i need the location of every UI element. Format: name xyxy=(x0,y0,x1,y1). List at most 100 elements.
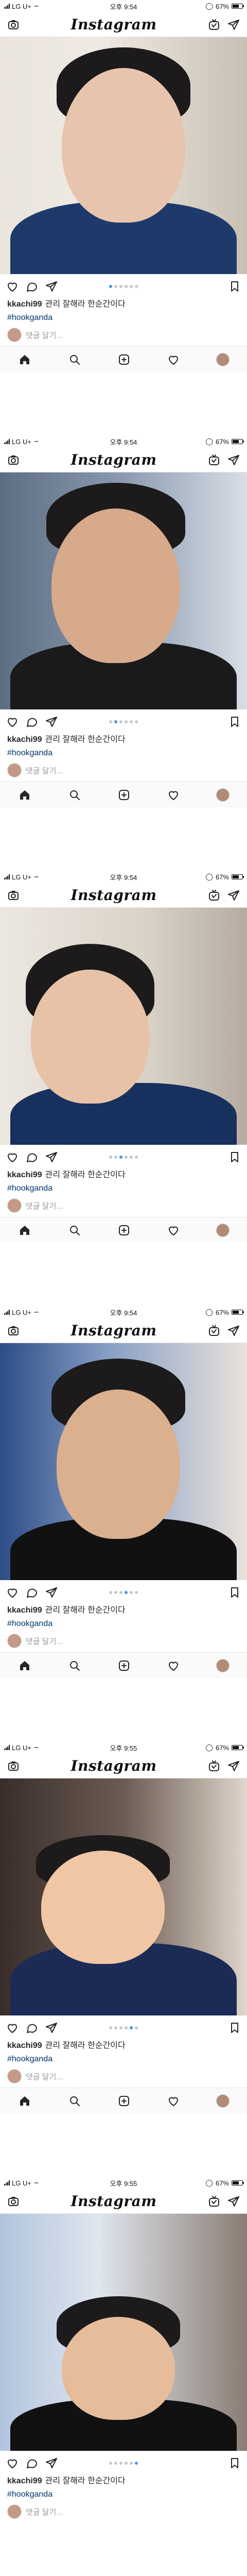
camera-icon[interactable] xyxy=(6,1759,21,1773)
direct-message-icon[interactable] xyxy=(226,18,241,32)
post-hashtag[interactable]: #hookganda xyxy=(0,310,247,324)
igtv-icon[interactable] xyxy=(207,2194,221,2209)
home-icon[interactable] xyxy=(17,788,32,802)
profile-avatar[interactable] xyxy=(216,352,230,366)
activity-heart-icon[interactable] xyxy=(166,2094,181,2108)
search-icon[interactable] xyxy=(67,788,82,802)
home-icon[interactable] xyxy=(17,2094,32,2108)
heart-icon[interactable] xyxy=(5,279,20,294)
bookmark-icon[interactable] xyxy=(227,2456,242,2470)
bookmark-icon[interactable] xyxy=(227,1585,242,1600)
caption-username[interactable]: kkachi99 xyxy=(7,2477,42,2485)
direct-message-icon[interactable] xyxy=(226,888,241,903)
bookmark-icon[interactable] xyxy=(227,2021,242,2035)
post-photo[interactable] xyxy=(0,37,247,274)
comment-placeholder[interactable]: 댓글 달기... xyxy=(26,1636,63,1647)
activity-heart-icon[interactable] xyxy=(166,352,181,367)
comment-placeholder[interactable]: 댓글 달기... xyxy=(26,765,63,776)
profile-avatar[interactable] xyxy=(216,1223,230,1237)
home-icon[interactable] xyxy=(17,352,32,367)
instagram-logo[interactable]: Instagram xyxy=(21,16,207,33)
bookmark-icon[interactable] xyxy=(227,1150,242,1164)
instagram-logo[interactable]: Instagram xyxy=(21,451,207,468)
post-photo[interactable] xyxy=(0,1343,247,1580)
home-icon[interactable] xyxy=(17,1658,32,1673)
igtv-icon[interactable] xyxy=(207,888,221,903)
direct-message-icon[interactable] xyxy=(226,453,241,467)
post-photo[interactable] xyxy=(0,908,247,1145)
search-icon[interactable] xyxy=(67,1658,82,1673)
add-comment-row[interactable]: 댓글 달기... xyxy=(0,1630,247,1652)
instagram-logo[interactable]: Instagram xyxy=(21,1322,207,1339)
caption-username[interactable]: kkachi99 xyxy=(7,1171,42,1179)
add-post-icon[interactable] xyxy=(117,2094,131,2108)
igtv-icon[interactable] xyxy=(207,1324,221,1338)
add-comment-row[interactable]: 댓글 달기... xyxy=(0,2500,247,2523)
camera-icon[interactable] xyxy=(6,1324,21,1338)
add-post-icon[interactable] xyxy=(117,352,131,367)
add-post-icon[interactable] xyxy=(117,1658,131,1673)
instagram-logo[interactable]: Instagram xyxy=(21,2193,207,2210)
post-hashtag[interactable]: #hookganda xyxy=(0,2052,247,2065)
heart-icon[interactable] xyxy=(5,2456,20,2470)
profile-avatar[interactable] xyxy=(216,788,230,802)
post-hashtag[interactable]: #hookganda xyxy=(0,745,247,759)
comment-icon[interactable] xyxy=(25,2021,39,2035)
share-icon[interactable] xyxy=(44,2021,59,2035)
add-comment-row[interactable]: 댓글 달기... xyxy=(0,2065,247,2088)
search-icon[interactable] xyxy=(67,352,82,367)
heart-icon[interactable] xyxy=(5,1150,20,1164)
comment-icon[interactable] xyxy=(25,1585,39,1600)
post-hashtag[interactable]: #hookganda xyxy=(0,2487,247,2500)
bookmark-icon[interactable] xyxy=(227,279,242,294)
camera-icon[interactable] xyxy=(6,18,21,32)
comment-icon[interactable] xyxy=(25,1150,39,1164)
profile-avatar[interactable] xyxy=(216,1658,230,1672)
comment-placeholder[interactable]: 댓글 달기... xyxy=(26,2506,63,2517)
igtv-icon[interactable] xyxy=(207,1759,221,1773)
direct-message-icon[interactable] xyxy=(226,2194,241,2209)
caption-username[interactable]: kkachi99 xyxy=(7,300,42,309)
igtv-icon[interactable] xyxy=(207,453,221,467)
share-icon[interactable] xyxy=(44,1585,59,1600)
add-comment-row[interactable]: 댓글 달기... xyxy=(0,324,247,346)
direct-message-icon[interactable] xyxy=(226,1759,241,1773)
comment-icon[interactable] xyxy=(25,715,39,729)
activity-heart-icon[interactable] xyxy=(166,1658,181,1673)
home-icon[interactable] xyxy=(17,1223,32,1238)
post-photo[interactable] xyxy=(0,472,247,709)
share-icon[interactable] xyxy=(44,279,59,294)
share-icon[interactable] xyxy=(44,715,59,729)
comment-placeholder[interactable]: 댓글 달기... xyxy=(26,330,63,341)
bookmark-icon[interactable] xyxy=(227,715,242,729)
post-photo[interactable] xyxy=(0,2214,247,2451)
comment-icon[interactable] xyxy=(25,279,39,294)
direct-message-icon[interactable] xyxy=(226,1324,241,1338)
heart-icon[interactable] xyxy=(5,1585,20,1600)
comment-icon[interactable] xyxy=(25,2456,39,2470)
post-hashtag[interactable]: #hookganda xyxy=(0,1616,247,1630)
camera-icon[interactable] xyxy=(6,888,21,903)
comment-placeholder[interactable]: 댓글 달기... xyxy=(26,1200,63,1211)
add-comment-row[interactable]: 댓글 달기... xyxy=(0,1194,247,1217)
share-icon[interactable] xyxy=(44,2456,59,2470)
caption-username[interactable]: kkachi99 xyxy=(7,735,42,744)
profile-avatar[interactable] xyxy=(216,2094,230,2108)
camera-icon[interactable] xyxy=(6,2194,21,2209)
add-post-icon[interactable] xyxy=(117,1223,131,1238)
igtv-icon[interactable] xyxy=(207,18,221,32)
camera-icon[interactable] xyxy=(6,453,21,467)
share-icon[interactable] xyxy=(44,1150,59,1164)
heart-icon[interactable] xyxy=(5,715,20,729)
instagram-logo[interactable]: Instagram xyxy=(21,887,207,904)
add-post-icon[interactable] xyxy=(117,788,131,802)
heart-icon[interactable] xyxy=(5,2021,20,2035)
add-comment-row[interactable]: 댓글 달기... xyxy=(0,759,247,782)
post-photo[interactable] xyxy=(0,1778,247,2015)
comment-placeholder[interactable]: 댓글 달기... xyxy=(26,2071,63,2082)
search-icon[interactable] xyxy=(67,2094,82,2108)
search-icon[interactable] xyxy=(67,1223,82,1238)
activity-heart-icon[interactable] xyxy=(166,1223,181,1238)
caption-username[interactable]: kkachi99 xyxy=(7,2041,42,2050)
activity-heart-icon[interactable] xyxy=(166,788,181,802)
